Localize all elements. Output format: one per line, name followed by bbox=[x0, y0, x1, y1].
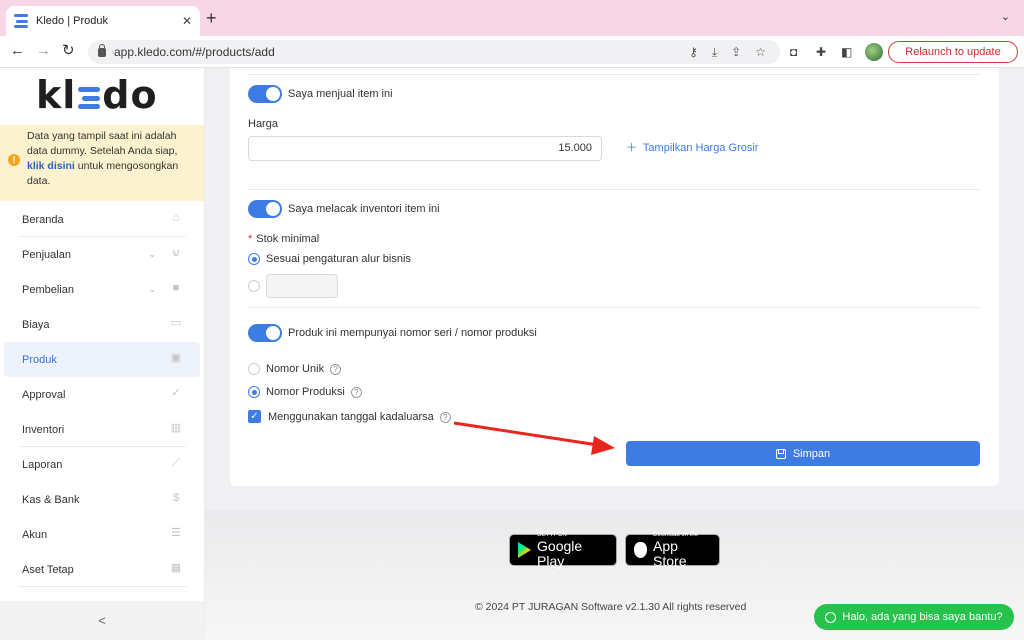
save-button[interactable]: Simpan bbox=[626, 441, 980, 466]
apple-icon bbox=[634, 542, 648, 558]
key-icon[interactable]: ⚷ bbox=[689, 45, 698, 59]
save-disk-icon bbox=[775, 448, 786, 459]
profile-avatar[interactable] bbox=[865, 43, 883, 61]
sidebar-item-aset-tetap[interactable]: Aset Tetap ▦ bbox=[0, 552, 204, 587]
help-icon[interactable]: ? bbox=[330, 364, 342, 375]
google-play-icon bbox=[518, 542, 532, 558]
sidebar-item-akun[interactable]: Akun ☰ bbox=[0, 517, 204, 552]
extensions-puzzle-icon[interactable]: ✚ bbox=[816, 45, 826, 59]
chevron-down-icon: ⌄ bbox=[148, 284, 156, 294]
chevron-down-icon: ⌄ bbox=[148, 249, 156, 259]
new-tab-button[interactable]: + bbox=[206, 9, 217, 27]
dollar-icon: $ bbox=[172, 492, 180, 504]
track-inventory-toggle[interactable] bbox=[248, 200, 282, 218]
url-text[interactable]: app.kledo.com/#/products/add bbox=[114, 45, 689, 59]
install-icon[interactable]: ⤓ bbox=[712, 45, 717, 60]
min-stock-default-radio[interactable] bbox=[248, 253, 260, 265]
production-number-radio[interactable] bbox=[248, 386, 260, 398]
card-icon: ▭ bbox=[170, 317, 182, 329]
logo-e-icon bbox=[78, 87, 101, 109]
serial-number-label: Produk ini mempunyai nomor seri / nomor … bbox=[288, 327, 537, 339]
min-stock-default-label: Sesuai pengaturan alur bisnis bbox=[266, 253, 411, 265]
warning-icon: ! bbox=[8, 154, 20, 166]
unique-number-radio[interactable] bbox=[248, 363, 260, 375]
sidebar-item-beranda[interactable]: Beranda ⌂ bbox=[0, 202, 204, 237]
bookmark-star-icon[interactable]: ☆ bbox=[755, 45, 766, 59]
min-stock-label: * Stok minimal bbox=[248, 233, 320, 245]
divider bbox=[248, 307, 980, 308]
building-icon: ▦ bbox=[170, 562, 182, 574]
product-form-card: Saya menjual item ini Harga 15.000 ＋ Tam… bbox=[230, 68, 999, 486]
google-play-badge[interactable]: GET IT ON Google Play bbox=[509, 532, 617, 568]
whatsapp-chat-button[interactable]: Halo, ada yang bisa saya bantu? bbox=[814, 604, 1014, 630]
browser-tab[interactable]: Kledo | Produk ✕ bbox=[6, 6, 200, 36]
sell-item-toggle[interactable] bbox=[248, 85, 282, 103]
warehouse-icon: ▥ bbox=[170, 422, 182, 434]
help-icon[interactable]: ? bbox=[350, 387, 362, 398]
collapse-sidebar-button[interactable]: < bbox=[0, 601, 204, 640]
basket-icon: ⊌ bbox=[171, 247, 181, 259]
sell-item-label: Saya menjual item ini bbox=[288, 88, 393, 100]
side-panel-icon[interactable]: ◧ bbox=[841, 45, 852, 59]
list-icon: ☰ bbox=[171, 527, 181, 539]
sidebar-item-biaya[interactable]: Biaya ▭ bbox=[0, 307, 204, 342]
sidebar-item-penjualan[interactable]: Penjualan ⌄ ⊌ bbox=[0, 237, 204, 272]
unique-number-label: Nomor Unik? bbox=[266, 363, 342, 375]
sidebar-item-pembelian[interactable]: Pembelian ⌄ ■ bbox=[0, 272, 204, 307]
camera-icon[interactable]: ◘ bbox=[790, 45, 797, 59]
min-stock-custom-radio[interactable] bbox=[248, 280, 260, 292]
sidebar-item-inventori[interactable]: Inventori ▥ bbox=[0, 412, 204, 447]
address-bar[interactable]: app.kledo.com/#/products/add ⚷ ⤓ ⇪ ☆ bbox=[88, 40, 780, 64]
serial-number-toggle[interactable] bbox=[248, 324, 282, 342]
min-stock-input[interactable] bbox=[266, 274, 338, 298]
chart-icon: ⟋ bbox=[172, 457, 180, 469]
production-number-label: Nomor Produksi? bbox=[266, 386, 362, 398]
check-icon: ✓ bbox=[171, 387, 181, 399]
sidebar-item-produk[interactable]: Produk ▣ bbox=[4, 342, 200, 377]
forward-icon[interactable]: → bbox=[36, 42, 51, 60]
box-icon: ▣ bbox=[170, 352, 182, 364]
price-label: Harga bbox=[248, 118, 278, 130]
lock-icon bbox=[98, 43, 106, 57]
tab-title: Kledo | Produk bbox=[36, 15, 108, 27]
bag-icon: ■ bbox=[172, 282, 180, 294]
kledo-favicon-icon bbox=[14, 14, 28, 28]
clear-data-link[interactable]: klik disini bbox=[27, 160, 75, 172]
sidebar-item-kas-bank[interactable]: Kas & Bank $ bbox=[0, 482, 204, 517]
copyright-text: © 2024 PT JURAGAN Software v2.1.30 All r… bbox=[475, 601, 747, 613]
sidebar-item-laporan[interactable]: Laporan ⟋ bbox=[0, 447, 204, 482]
expiry-date-label: Menggunakan tanggal kadaluarsa? bbox=[268, 411, 451, 423]
divider bbox=[248, 189, 980, 190]
whatsapp-icon bbox=[825, 611, 837, 623]
expiry-date-checkbox[interactable]: ✓ bbox=[248, 410, 261, 423]
reload-icon[interactable]: ↻ bbox=[62, 42, 75, 60]
price-input[interactable]: 15.000 bbox=[248, 136, 602, 161]
relaunch-button[interactable]: Relaunch to update bbox=[888, 41, 1018, 63]
chevron-left-icon: < bbox=[98, 613, 106, 628]
dummy-data-notice: ! Data yang tampil saat ini adalah data … bbox=[0, 125, 204, 201]
sidebar-item-approval[interactable]: Approval ✓ bbox=[0, 377, 204, 412]
home-icon: ⌂ bbox=[172, 212, 180, 224]
sidebar-menu: Beranda ⌂ Penjualan ⌄ ⊌ Pembelian ⌄ ■ Bi… bbox=[0, 202, 204, 587]
help-icon[interactable]: ? bbox=[439, 412, 451, 423]
divider bbox=[248, 74, 980, 75]
back-icon[interactable]: ← bbox=[10, 42, 25, 60]
show-wholesale-price-link[interactable]: ＋ Tampilkan Harga Grosir bbox=[626, 139, 758, 155]
browser-tab-bar: Kledo | Produk ✕ + ⌄ bbox=[0, 0, 1024, 36]
track-inventory-label: Saya melacak inventori item ini bbox=[288, 203, 440, 215]
tab-search-icon[interactable]: ⌄ bbox=[1001, 10, 1010, 23]
share-icon[interactable]: ⇪ bbox=[731, 45, 741, 59]
app-store-badge[interactable]: Download on the App Store bbox=[625, 532, 720, 568]
close-tab-icon[interactable]: ✕ bbox=[182, 14, 192, 28]
kledo-logo[interactable]: kl do bbox=[36, 73, 158, 117]
browser-toolbar: ← → ↻ app.kledo.com/#/products/add ⚷ ⤓ ⇪… bbox=[0, 36, 1024, 68]
sidebar: kl do ! Data yang tampil saat ini adalah… bbox=[0, 68, 205, 640]
